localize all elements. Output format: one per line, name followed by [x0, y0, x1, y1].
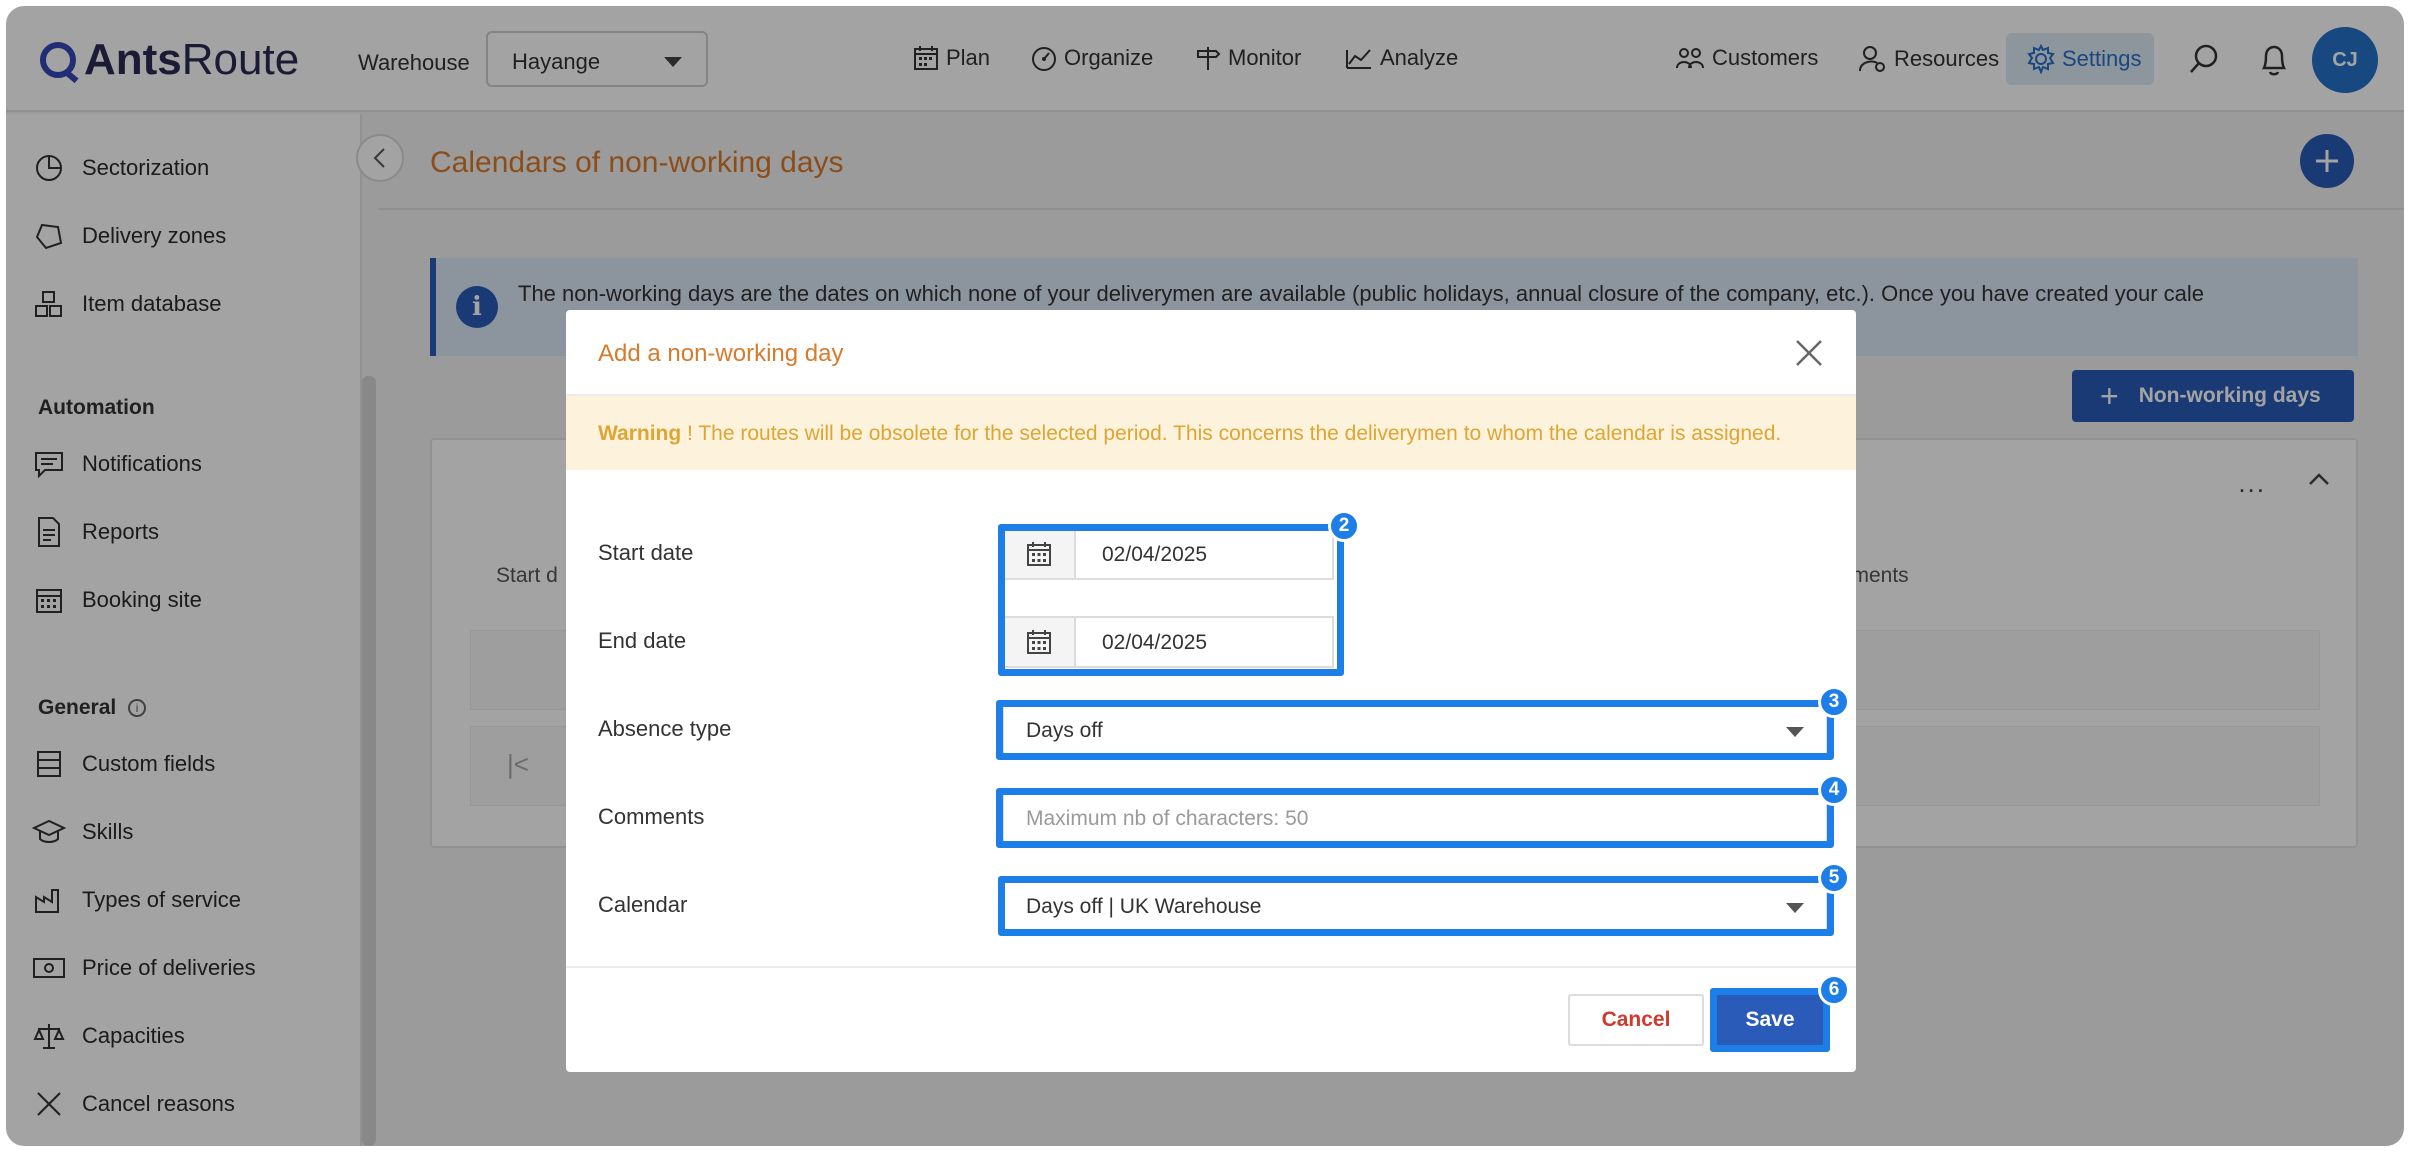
step-badge-6: 6 [1818, 974, 1850, 1006]
step-badge-5: 5 [1818, 862, 1850, 894]
close-icon[interactable] [1792, 336, 1826, 370]
highlight-absence-type [996, 700, 1834, 760]
start-date-label: Start date [598, 540, 694, 565]
cancel-button[interactable]: Cancel [1568, 994, 1704, 1046]
highlight-dates [998, 524, 1344, 676]
warning-label: Warning [598, 422, 682, 445]
step-badge-3: 3 [1818, 686, 1850, 718]
warning-banner: Warning ! The routes will be obsolete fo… [566, 396, 1856, 470]
calendar-label: Calendar [598, 892, 688, 917]
end-date-label: End date [598, 628, 687, 653]
comments-label: Comments [598, 804, 705, 829]
modal-footer-divider [566, 966, 1856, 968]
step-badge-2: 2 [1328, 510, 1360, 542]
warning-text: ! The routes will be obsolete for the se… [681, 422, 1782, 445]
highlight-save [1710, 988, 1830, 1052]
modal-title: Add a non-working day [598, 340, 844, 367]
highlight-calendar [998, 876, 1834, 936]
app-window: Ants Route Warehouse Hayange Plan Organiz… [6, 6, 2404, 1146]
absence-type-label: Absence type [598, 716, 732, 741]
step-badge-4: 4 [1818, 774, 1850, 806]
add-non-working-day-modal: Add a non-working day Warning ! The rout… [566, 310, 1856, 1072]
highlight-comments [996, 788, 1834, 848]
